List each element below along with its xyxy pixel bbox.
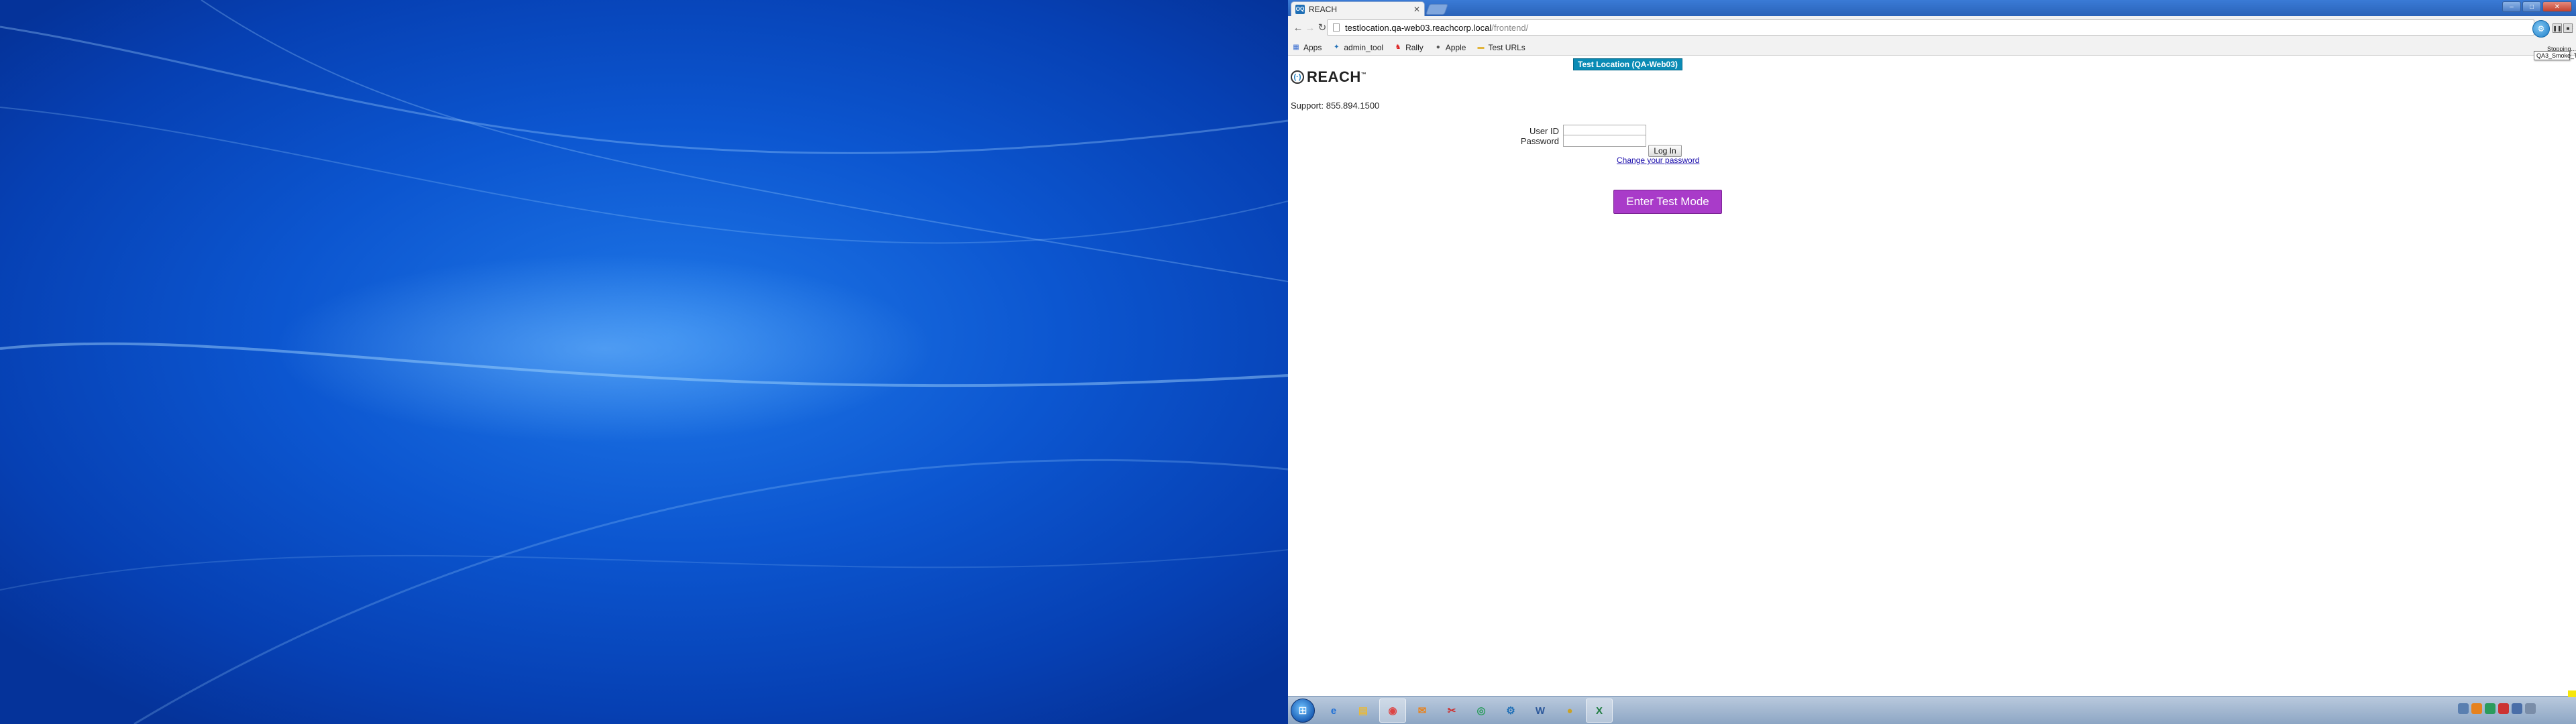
bookmark-label: Apple: [1445, 42, 1466, 52]
system-tray: [2458, 703, 2536, 714]
change-password-link[interactable]: Change your password: [1617, 156, 1699, 165]
support-phone: Support: 855.894.1500: [1291, 101, 1380, 111]
url-host: testlocation.qa-web03.reachcorp.local: [1345, 22, 1492, 33]
close-window-button[interactable]: ✕: [2542, 1, 2572, 12]
maximize-button[interactable]: □: [2522, 1, 2541, 12]
internet-explorer-icon[interactable]: e: [1320, 699, 1347, 723]
wallpaper-swooshes: [0, 0, 1288, 724]
rally-icon: ♞: [1395, 44, 1401, 51]
pause-icon[interactable]: ❚❚: [2553, 23, 2562, 33]
automation-runner-widget: ⚙ ❚❚ ■ Stopping... QA3_Smoke_Tests: [2531, 20, 2576, 74]
tool-icon: ✦: [1334, 44, 1340, 51]
page-icon: [1333, 23, 1340, 32]
url-path: /frontend/: [1491, 22, 1529, 33]
forward-arrow-icon[interactable]: →: [1304, 21, 1316, 34]
network-app-icon[interactable]: ◎: [1468, 699, 1495, 723]
chrome-icon[interactable]: ◉: [1379, 699, 1406, 723]
address-bar[interactable]: testlocation.qa-web03.reachcorp.local /f…: [1327, 19, 2534, 36]
bookmark-apple[interactable]: ● Apple: [1434, 43, 1466, 52]
tab-strip: OQ REACH ✕ – □ ✕: [1288, 0, 2576, 16]
stop-icon[interactable]: ■: [2563, 23, 2573, 33]
tab-title: REACH: [1309, 4, 1338, 14]
browser-toolbar: ← → ↻ testlocation.qa-web03.reachcorp.lo…: [1288, 16, 2576, 40]
chat-app-icon[interactable]: ●: [1556, 699, 1583, 723]
bookmark-label: Apps: [1303, 42, 1322, 52]
automation-app-icon[interactable]: ⚙: [1497, 699, 1524, 723]
automation-runner-icon[interactable]: ⚙: [2532, 20, 2550, 38]
tray-app-icon[interactable]: [2498, 703, 2509, 714]
reach-favicon-icon: OQ: [1295, 4, 1305, 14]
bookmark-apps[interactable]: ▦ Apps: [1292, 43, 1322, 52]
tab-reach[interactable]: OQ REACH ✕: [1291, 1, 1425, 16]
new-tab-button[interactable]: [1426, 4, 1448, 15]
excel-icon[interactable]: X: [1586, 699, 1613, 723]
taskbar: ⊞ e ▤ ◉ ✉ ✂ ◎ ⚙ W ● X: [1288, 696, 2576, 724]
logo-text: REACH™: [1307, 68, 1367, 85]
back-arrow-icon[interactable]: ←: [1292, 21, 1304, 34]
bookmark-rally[interactable]: ♞ Rally: [1394, 43, 1424, 52]
minimize-button[interactable]: –: [2502, 1, 2521, 12]
page-content: Test Location (QA-Web03) (·) REACH™ Supp…: [1288, 56, 2576, 696]
reach-logo: (·) REACH™: [1291, 68, 1366, 86]
environment-banner: Test Location (QA-Web03): [1573, 58, 1682, 70]
bookmark-test-urls[interactable]: ▬ Test URLs: [1477, 43, 1525, 52]
tray-app-icon[interactable]: [2458, 703, 2469, 714]
enter-test-mode-button[interactable]: Enter Test Mode: [1613, 190, 1722, 214]
window-controls: – □ ✕: [2502, 1, 2572, 12]
bookmarks-bar: ▦ Apps ✦ admin_tool ♞ Rally ● Apple ▬ Te…: [1288, 40, 2576, 56]
close-tab-icon[interactable]: ✕: [1413, 5, 1420, 14]
bookmark-label: Test URLs: [1488, 42, 1525, 52]
reach-logo-icon: (·): [1291, 70, 1304, 84]
file-explorer-icon[interactable]: ▤: [1350, 699, 1377, 723]
tray-app-icon[interactable]: [2485, 703, 2496, 714]
user-id-label: User ID: [1529, 126, 1559, 136]
start-button[interactable]: ⊞: [1291, 699, 1315, 723]
password-input[interactable]: [1563, 135, 1646, 147]
word-icon[interactable]: W: [1527, 699, 1554, 723]
snipping-tool-icon[interactable]: ✂: [1438, 699, 1465, 723]
bookmark-label: admin_tool: [1344, 42, 1384, 52]
automation-suite-name: QA3_Smoke_Tests: [2534, 51, 2576, 60]
volume-icon[interactable]: [2525, 703, 2536, 714]
screen-marker: [2568, 690, 2576, 697]
browser-window: OQ REACH ✕ – □ ✕ ← → ↻ testlocation.qa-w…: [1288, 0, 2576, 724]
password-label: Password: [1520, 136, 1559, 146]
apple-icon: ●: [1436, 44, 1440, 51]
apps-grid-icon: ▦: [1293, 44, 1299, 51]
bookmark-label: Rally: [1405, 42, 1424, 52]
folder-icon: ▬: [1477, 44, 1485, 51]
tray-app-icon[interactable]: [2471, 703, 2482, 714]
network-icon[interactable]: [2512, 703, 2522, 714]
desktop-wallpaper-left: [0, 0, 1288, 724]
outlook-icon[interactable]: ✉: [1409, 699, 1436, 723]
bookmark-admin-tool[interactable]: ✦ admin_tool: [1332, 43, 1383, 52]
